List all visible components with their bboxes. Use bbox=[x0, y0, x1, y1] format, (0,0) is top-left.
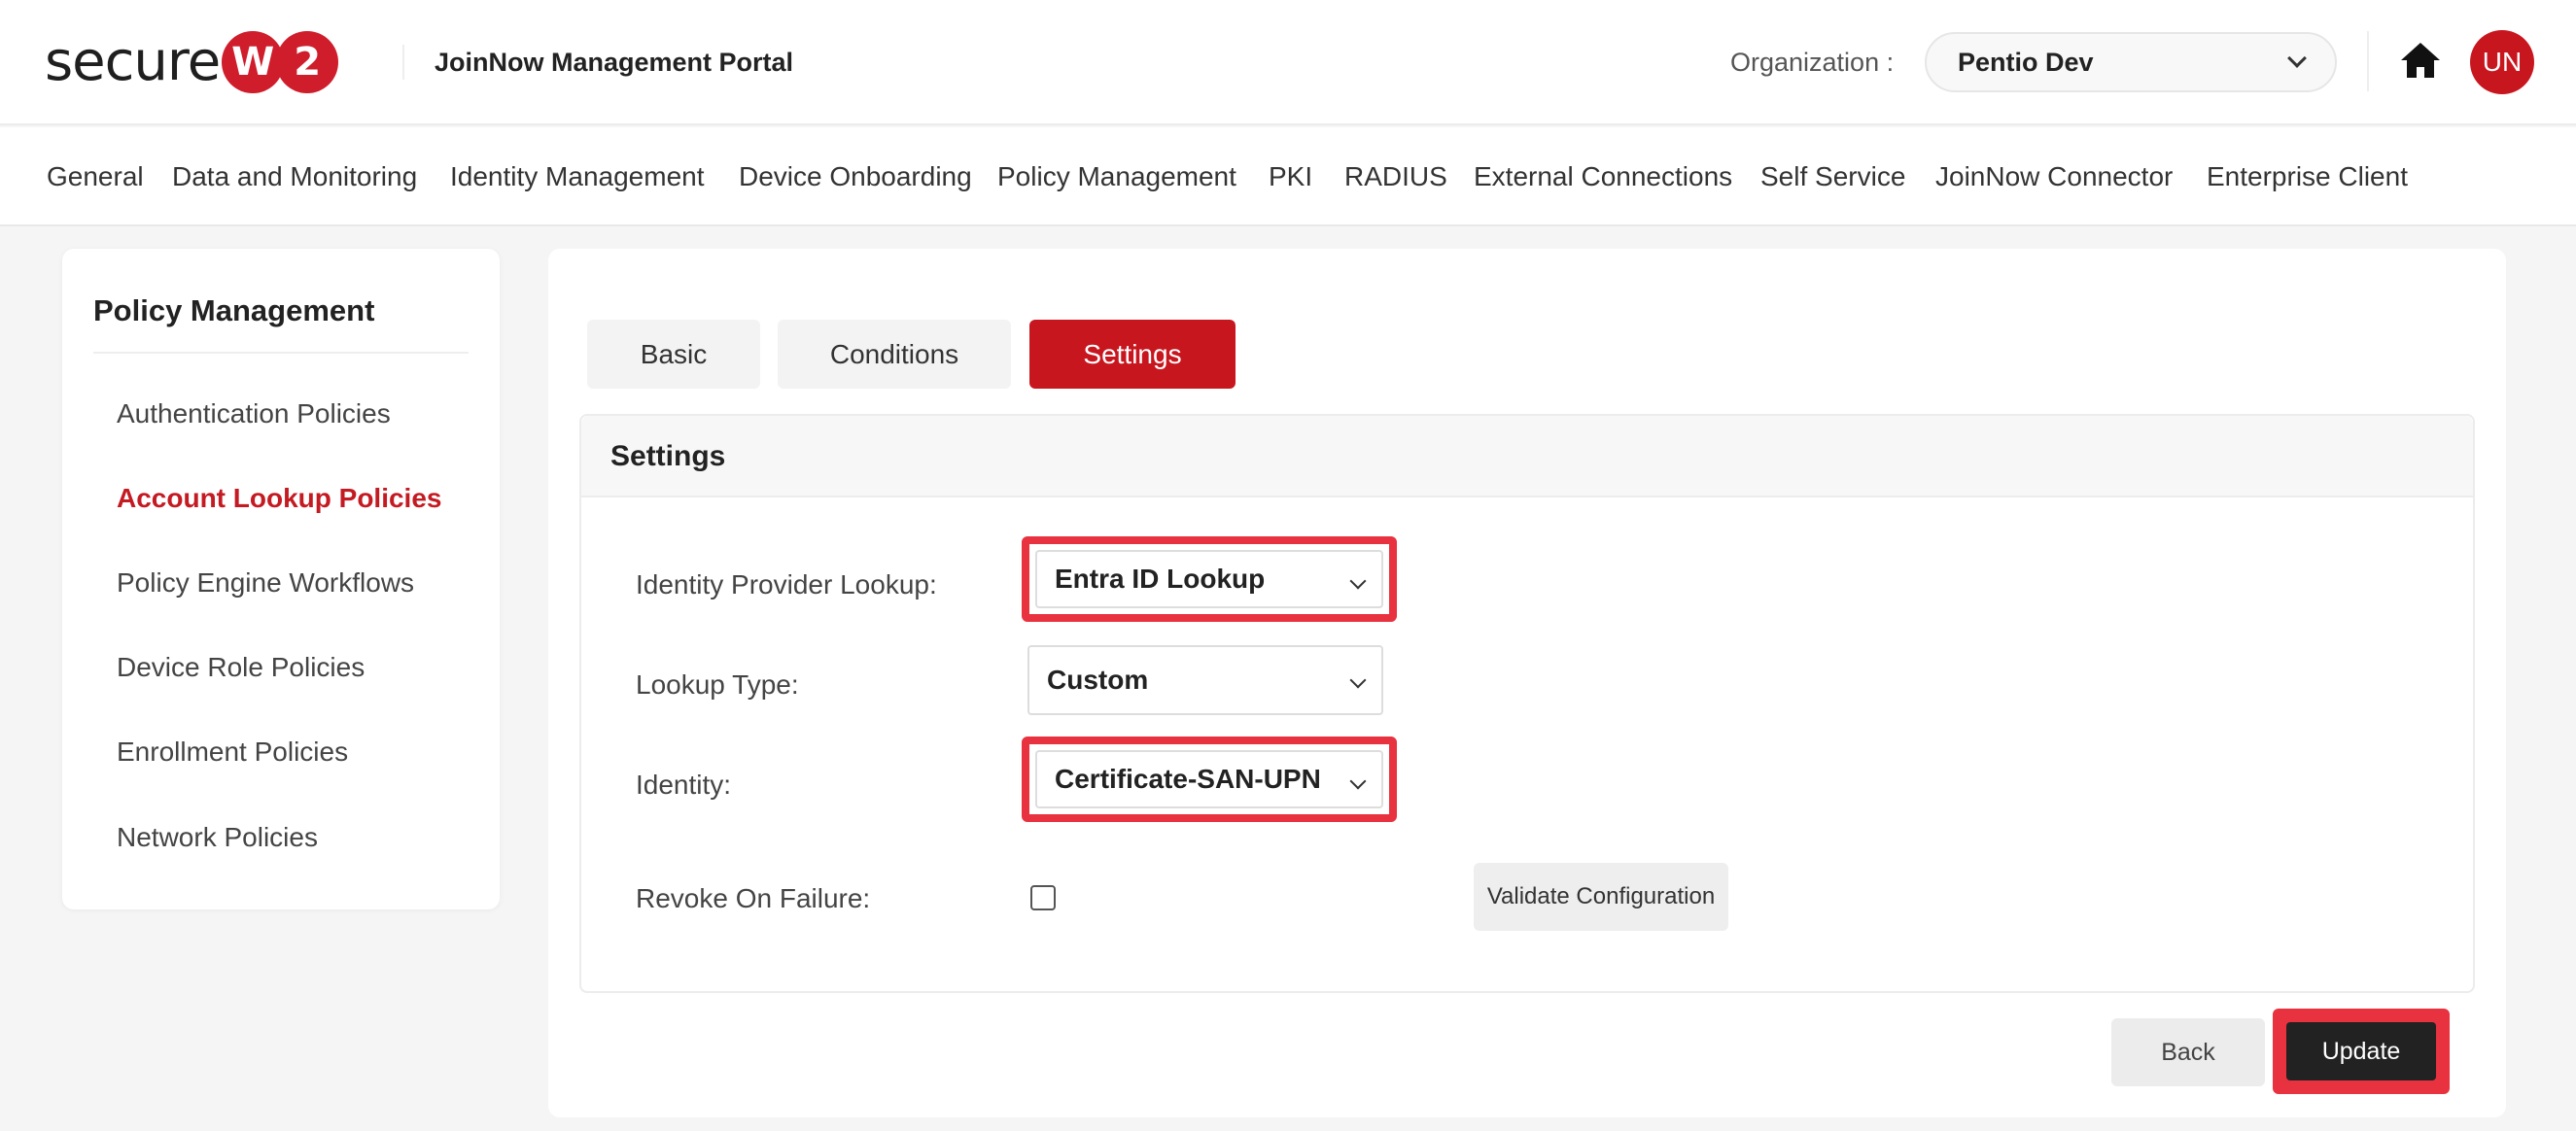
sidebar-item-network-policies[interactable]: Network Policies bbox=[117, 820, 318, 855]
avatar[interactable]: UN bbox=[2470, 30, 2534, 94]
nav-item-data-and-monitoring[interactable]: Data and Monitoring bbox=[172, 159, 417, 194]
logo-circle-w: W bbox=[222, 31, 285, 93]
sidebar-title: Policy Management bbox=[93, 293, 375, 327]
top-bar: secure W 2 JoinNow Management Portal Org… bbox=[0, 0, 2576, 125]
tab-conditions[interactable]: Conditions bbox=[778, 320, 1011, 389]
organization-value: Pentio Dev bbox=[1958, 47, 2094, 77]
back-button[interactable]: Back bbox=[2111, 1018, 2265, 1086]
tab-basic[interactable]: Basic bbox=[587, 320, 760, 389]
main-nav: General Data and Monitoring Identity Man… bbox=[0, 127, 2576, 226]
chevron-down-icon bbox=[1349, 671, 1367, 689]
nav-item-joinnow-connector[interactable]: JoinNow Connector bbox=[1935, 159, 2173, 194]
organization-label: Organization : bbox=[1730, 48, 1895, 77]
chevron-down-icon bbox=[1349, 772, 1367, 790]
nav-item-device-onboarding[interactable]: Device Onboarding bbox=[739, 159, 972, 194]
validate-configuration-button[interactable]: Validate Configuration bbox=[1474, 863, 1728, 931]
divider bbox=[2367, 31, 2369, 91]
update-button[interactable]: Update bbox=[2286, 1022, 2436, 1080]
revoke-on-failure-checkbox[interactable] bbox=[1030, 885, 1056, 910]
nav-item-external-connections[interactable]: External Connections bbox=[1474, 159, 1732, 194]
divider bbox=[93, 352, 469, 354]
tab-settings[interactable]: Settings bbox=[1029, 320, 1236, 389]
home-icon[interactable] bbox=[2399, 41, 2442, 80]
logo[interactable]: secure W 2 bbox=[45, 29, 339, 95]
chevron-down-icon bbox=[1349, 572, 1367, 590]
settings-card: Settings Identity Provider Lookup: Entra… bbox=[579, 414, 2475, 993]
sidebar-item-enrollment-policies[interactable]: Enrollment Policies bbox=[117, 735, 348, 770]
identity-value: Certificate-SAN-UPN bbox=[1055, 764, 1321, 794]
nav-item-self-service[interactable]: Self Service bbox=[1760, 159, 1905, 194]
sidebar: Policy Management Authentication Policie… bbox=[62, 249, 500, 909]
chevron-down-icon bbox=[2287, 49, 2307, 68]
logo-text: secure bbox=[45, 30, 221, 93]
identity-provider-lookup-value: Entra ID Lookup bbox=[1055, 564, 1266, 594]
identity-provider-lookup-label: Identity Provider Lookup: bbox=[636, 569, 937, 600]
settings-header: Settings bbox=[581, 416, 2473, 497]
identity-label: Identity: bbox=[636, 770, 732, 800]
nav-item-enterprise-client[interactable]: Enterprise Client bbox=[2207, 159, 2408, 194]
settings-title: Settings bbox=[610, 440, 726, 472]
revoke-on-failure-label: Revoke On Failure: bbox=[636, 883, 871, 913]
organization-select[interactable]: Pentio Dev bbox=[1925, 32, 2337, 92]
sidebar-item-policy-engine-workflows[interactable]: Policy Engine Workflows bbox=[117, 566, 414, 600]
lookup-type-value: Custom bbox=[1047, 665, 1149, 695]
sidebar-item-account-lookup-policies[interactable]: Account Lookup Policies bbox=[117, 481, 441, 516]
lookup-type-label: Lookup Type: bbox=[636, 669, 799, 700]
sidebar-item-device-role-policies[interactable]: Device Role Policies bbox=[117, 650, 365, 685]
nav-item-general[interactable]: General bbox=[47, 159, 144, 194]
identity-select[interactable]: Certificate-SAN-UPN bbox=[1035, 750, 1383, 808]
sidebar-item-authentication-policies[interactable]: Authentication Policies bbox=[117, 396, 391, 431]
nav-item-policy-management[interactable]: Policy Management bbox=[997, 159, 1236, 194]
identity-provider-lookup-select[interactable]: Entra ID Lookup bbox=[1035, 550, 1383, 608]
portal-title: JoinNow Management Portal bbox=[435, 48, 794, 77]
nav-item-radius[interactable]: RADIUS bbox=[1344, 159, 1447, 194]
main-panel: Basic Conditions Settings Settings Ident… bbox=[548, 249, 2506, 1117]
nav-item-pki[interactable]: PKI bbox=[1269, 159, 1312, 194]
divider bbox=[402, 45, 404, 80]
lookup-type-select[interactable]: Custom bbox=[1027, 645, 1383, 715]
logo-circle-2: 2 bbox=[276, 31, 339, 93]
nav-item-identity-management[interactable]: Identity Management bbox=[450, 159, 705, 194]
